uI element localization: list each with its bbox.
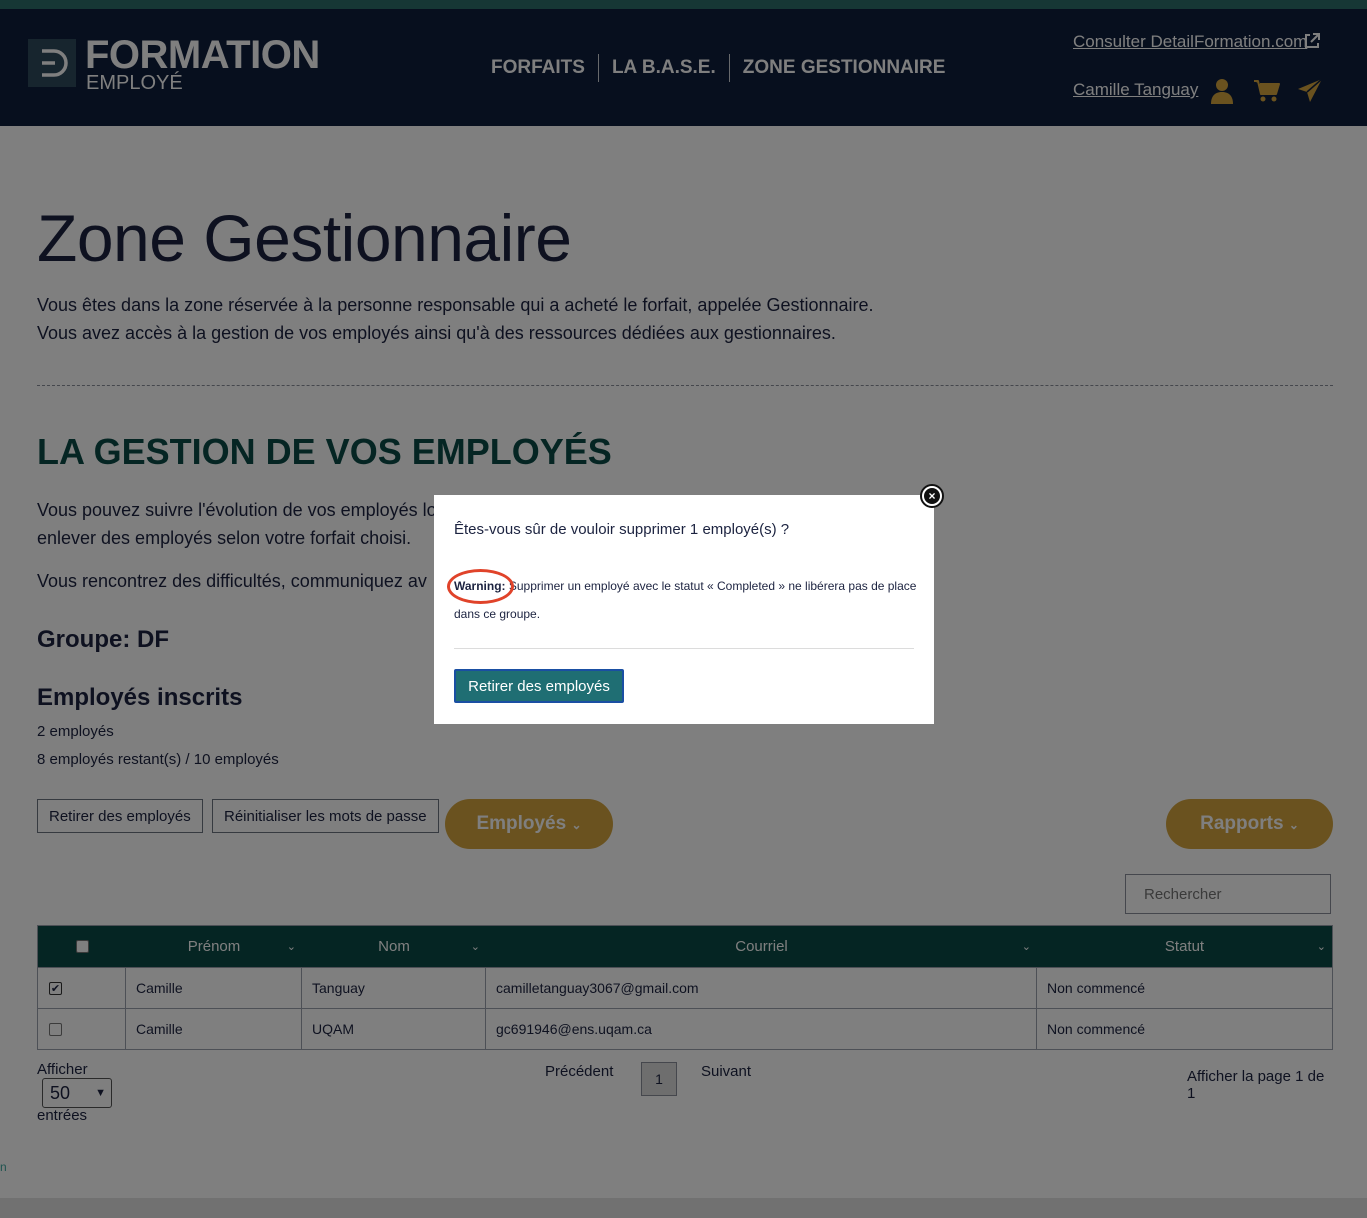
confirm-remove-button[interactable]: Retirer des employés — [454, 669, 624, 703]
annotation-circle — [447, 569, 514, 604]
modal-close-button[interactable]: × — [920, 484, 944, 508]
confirm-delete-modal: Êtes-vous sûr de vouloir supprimer 1 emp… — [434, 495, 934, 724]
modal-question: Êtes-vous sûr de vouloir supprimer 1 emp… — [454, 521, 790, 538]
modal-warning: Warning: Supprimer un employé avec le st… — [454, 572, 919, 628]
close-icon: × — [924, 488, 940, 504]
modal-divider — [454, 648, 914, 649]
warning-text: Supprimer un employé avec le statut « Co… — [454, 579, 917, 621]
